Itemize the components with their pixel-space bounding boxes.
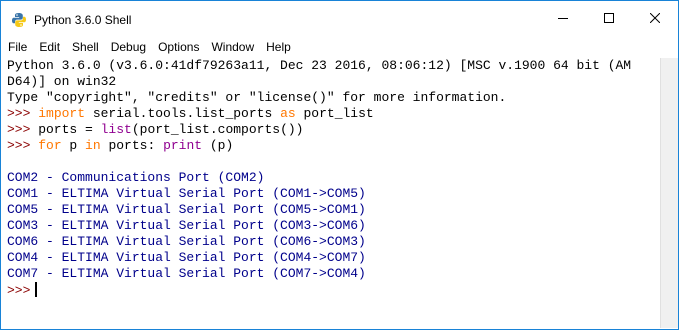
code-text: (p) — [202, 138, 234, 153]
output-line: COM5 - ELTIMA Virtual Serial Port (COM5-… — [7, 202, 366, 217]
menu-debug[interactable]: Debug — [111, 40, 146, 54]
code-text: p — [61, 138, 86, 153]
keyword: import — [38, 106, 86, 121]
text-cursor — [35, 282, 38, 297]
close-icon — [650, 12, 660, 23]
maximize-button[interactable] — [586, 2, 632, 34]
banner-line: Python 3.6.0 (v3.6.0:41df79263a11, Dec 2… — [7, 58, 632, 73]
code-text: ports = — [30, 122, 101, 137]
input-line[interactable]: >>> — [7, 282, 657, 298]
menu-window[interactable]: Window — [211, 40, 254, 54]
banner-line: Type "copyright", "credits" or "license(… — [7, 90, 507, 105]
prompt: >>> — [7, 283, 31, 298]
menu-options[interactable]: Options — [158, 40, 199, 54]
code-text: serial.tools.list_ports — [85, 106, 281, 121]
menu-help[interactable]: Help — [266, 40, 291, 54]
keyword: in — [85, 138, 101, 153]
banner-line: D64)] on win32 — [7, 74, 117, 89]
menu-shell[interactable]: Shell — [72, 40, 99, 54]
code-text: (port_list.comports()) — [131, 122, 304, 137]
prompt: >>> — [7, 138, 31, 153]
maximize-icon — [604, 12, 614, 23]
prompt: >>> — [7, 106, 31, 121]
keyword: as — [280, 106, 296, 121]
builtin: print — [163, 138, 203, 153]
python-icon — [11, 12, 27, 28]
shell-text-area[interactable]: Python 3.6.0 (v3.6.0:41df79263a11, Dec 2… — [7, 58, 657, 326]
builtin: list — [100, 122, 132, 137]
minimize-button[interactable] — [540, 2, 586, 34]
close-button[interactable] — [632, 2, 678, 34]
menu-bar: File Edit Shell Debug Options Window Hel… — [1, 38, 678, 55]
output-line: COM2 - Communications Port (COM2) — [7, 170, 265, 185]
output-line: COM3 - ELTIMA Virtual Serial Port (COM3-… — [7, 218, 366, 233]
menu-edit[interactable]: Edit — [39, 40, 60, 54]
title-bar[interactable]: Python 3.6.0 Shell — [1, 1, 678, 38]
command-line: >>> for p in ports: print (p) — [7, 138, 657, 154]
output-line: COM1 - ELTIMA Virtual Serial Port (COM1-… — [7, 186, 366, 201]
window-title: Python 3.6.0 Shell — [34, 12, 132, 27]
output-line: COM6 - ELTIMA Virtual Serial Port (COM6-… — [7, 234, 366, 249]
keyword: for — [38, 138, 62, 153]
shell-window: Python 3.6.0 Shell File Edit Shell Debug… — [0, 0, 679, 330]
minimize-icon — [558, 17, 568, 19]
code-text: port_list — [295, 106, 374, 121]
menu-file[interactable]: File — [8, 40, 27, 54]
code-text: ports: — [100, 138, 164, 153]
output-line: COM4 - ELTIMA Virtual Serial Port (COM4-… — [7, 250, 366, 265]
prompt: >>> — [7, 122, 31, 137]
command-line: >>> import serial.tools.list_ports as po… — [7, 106, 657, 122]
vertical-scrollbar[interactable] — [660, 58, 678, 328]
command-line: >>> ports = list(port_list.comports()) — [7, 122, 657, 138]
output-line: COM7 - ELTIMA Virtual Serial Port (COM7-… — [7, 266, 366, 281]
